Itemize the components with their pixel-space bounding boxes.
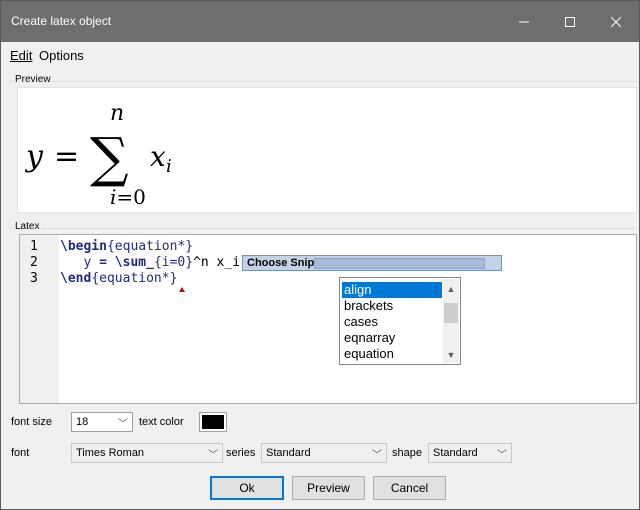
chevron-down-icon: ﹀ [497,450,507,461]
svg-text:∑: ∑ [90,126,129,189]
code-token: = [99,255,107,270]
menu-options-label: Options [39,48,84,63]
menu-options[interactable]: Options [39,48,84,63]
snippet-item-align[interactable]: align [342,282,442,298]
maximize-button[interactable] [547,1,593,42]
code-line: \begin{equation*} [60,239,193,255]
error-marker-icon [179,287,185,292]
maximize-icon [565,16,575,27]
snippet-chooser[interactable]: Choose Snipp [242,255,502,271]
ok-button[interactable]: Ok [210,476,284,500]
latex-brace-arg: {i=0} [153,255,194,270]
chevron-down-icon: ﹀ [208,450,218,461]
menu-bar: Edit Options [1,42,639,70]
font-select[interactable]: Times Roman ﹀ [71,443,223,463]
menu-edit-label: Edit [10,48,33,63]
menu-edit[interactable]: Edit [10,48,32,63]
code-line: y = \sum_{i=0}^n x_i [60,255,240,271]
snippet-filter-input[interactable] [314,258,485,269]
font-label: font [11,447,30,459]
snippet-list[interactable]: align brackets cases eqnarray equation ▲… [339,277,461,365]
line-number: 1 [30,239,38,254]
scroll-down-icon[interactable]: ▼ [443,347,459,363]
scroll-thumb[interactable] [444,303,458,323]
font-size-select[interactable]: 18 ﹀ [71,412,133,432]
window-title: Create latex object [11,14,112,28]
svg-text:i: i [166,156,172,177]
title-bar[interactable]: Create latex object [1,1,639,42]
snippet-item-eqnarray[interactable]: eqnarray [342,330,442,346]
text-color-label: text color [139,416,184,428]
line-number-gutter: 1 2 3 [20,235,59,403]
cancel-button[interactable]: Cancel [373,476,446,500]
shape-value: Standard [433,447,478,459]
chevron-down-icon: ﹀ [118,419,128,430]
formula-render: y = n ∑ i=0 x i [24,101,172,209]
preview-button[interactable]: Preview [292,476,365,500]
code-token: i [232,255,241,270]
series-value: Standard [266,447,311,459]
svg-text:n: n [110,101,124,126]
svg-text:x: x [150,140,166,173]
font-value: Times Roman [76,447,145,459]
scroll-up-icon[interactable]: ▲ [443,281,459,297]
svg-text:=: = [54,139,79,174]
code-token: y [83,255,92,270]
text-color-swatch[interactable] [199,412,227,432]
close-button[interactable] [593,1,639,42]
code-line: \end{equation*} [60,271,177,287]
snippet-item-cases[interactable]: cases [342,314,442,330]
latex-group-label: Latex [13,221,42,232]
latex-command: \sum_ [114,255,154,270]
close-icon [611,16,621,27]
preview-group-label: Preview [13,74,53,85]
latex-command: \begin [60,239,107,254]
chevron-down-icon: ﹀ [372,450,382,461]
code-token: ^n x_ [193,255,233,270]
latex-group-line [9,228,637,229]
series-label: series [226,447,256,459]
latex-brace-arg: {equation*} [106,239,194,254]
snippet-item-equation[interactable]: equation [342,346,442,362]
font-size-value: 18 [76,416,89,428]
latex-dialog: Create latex object Edit Options Preview… [0,0,640,510]
minimize-icon [519,21,529,22]
shape-label: shape [392,447,422,459]
preview-pane: y = n ∑ i=0 x i [17,87,637,213]
snippet-list-scrollbar[interactable]: ▲ ▼ [443,279,459,363]
svg-text:i=0: i=0 [110,185,146,209]
snippet-item-brackets[interactable]: brackets [342,298,442,314]
series-select[interactable]: Standard ﹀ [261,443,387,463]
latex-command: \end [60,271,92,286]
shape-select[interactable]: Standard ﹀ [428,443,512,463]
line-number: 2 [30,255,38,270]
line-number: 3 [30,271,38,286]
font-size-label: font size [11,416,52,428]
snippet-chooser-title: Choose Snipp [247,257,321,269]
preview-group-line [9,81,637,82]
minimize-button[interactable] [501,1,547,42]
latex-brace-arg: {equation*} [91,271,178,286]
svg-text:y: y [24,139,44,174]
